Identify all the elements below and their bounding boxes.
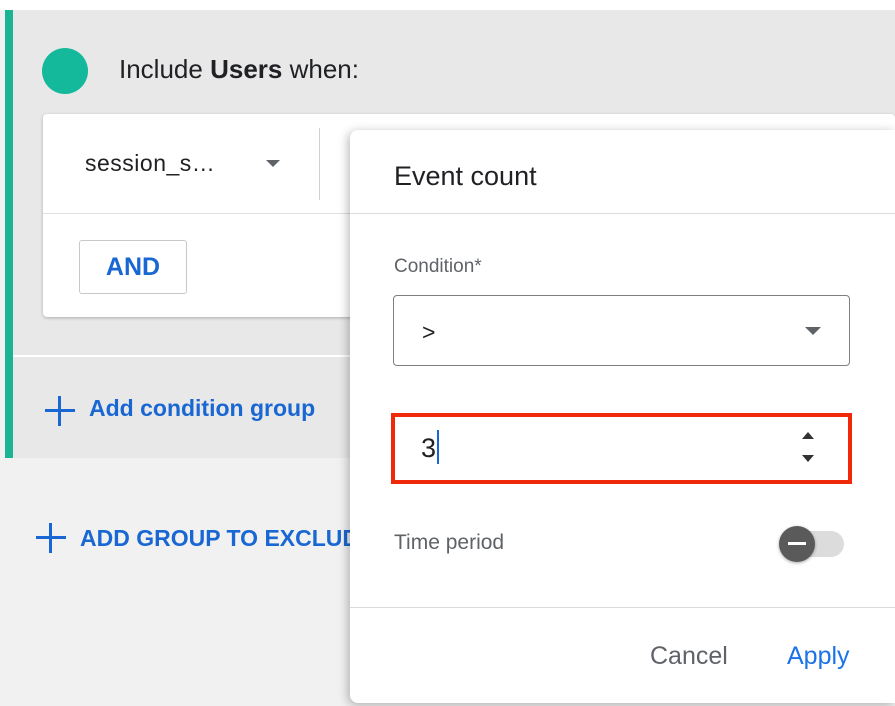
spinner-down-icon[interactable]	[802, 455, 814, 462]
group-title-suffix: when:	[282, 54, 359, 84]
popup-title: Event count	[394, 161, 537, 191]
group-indicator-icon	[42, 48, 88, 94]
spinner-up-icon[interactable]	[802, 432, 814, 439]
plus-icon[interactable]	[45, 396, 75, 426]
caret-down-icon[interactable]	[805, 327, 821, 335]
time-period-label: Time period	[394, 531, 505, 554]
toggle-knob-icon[interactable]	[779, 526, 815, 562]
group-title-prefix: Include	[119, 54, 211, 84]
divider	[350, 607, 895, 608]
plus-icon[interactable]	[36, 523, 66, 553]
condition-operator-select[interactable]	[393, 295, 850, 366]
condition-operator-value[interactable]: >	[422, 318, 435, 346]
and-button[interactable]: AND	[79, 240, 187, 294]
cancel-button[interactable]: Cancel	[650, 641, 728, 671]
add-group-to-exclude-button[interactable]: ADD GROUP TO EXCLUDE	[80, 524, 350, 552]
divider	[319, 128, 320, 200]
event-count-input[interactable]	[391, 413, 852, 484]
add-condition-group-button[interactable]: Add condition group	[89, 394, 315, 422]
text-cursor	[437, 430, 439, 464]
apply-button[interactable]: Apply	[787, 641, 850, 671]
group-title-entity: Users	[210, 54, 283, 84]
divider	[350, 213, 895, 214]
dimension-select[interactable]: session_s…	[85, 148, 215, 178]
condition-label: Condition*	[394, 256, 482, 277]
group-title: Include Users when:	[119, 52, 359, 86]
event-count-value[interactable]: 3	[421, 432, 436, 464]
caret-down-icon[interactable]	[266, 160, 280, 167]
top-strip	[0, 0, 895, 10]
